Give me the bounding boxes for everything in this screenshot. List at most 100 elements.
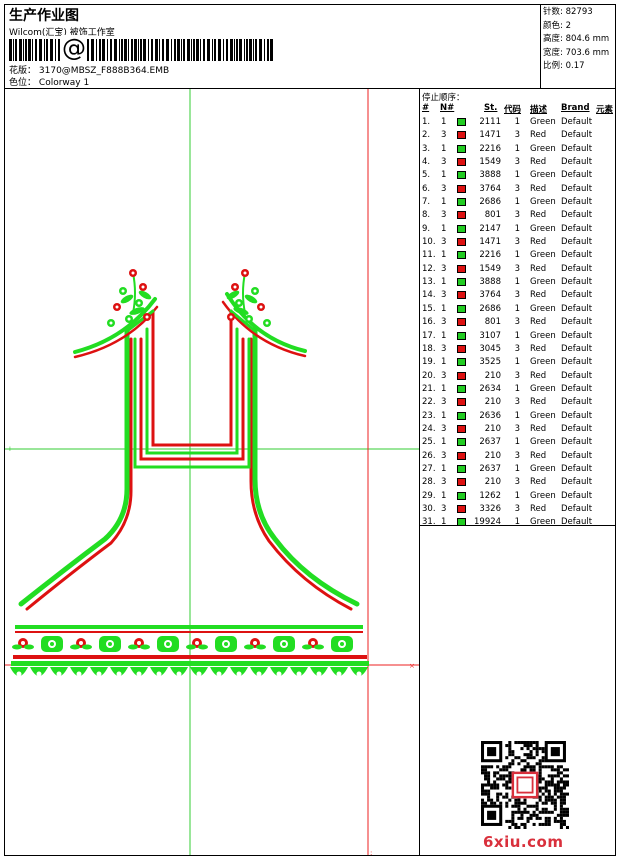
color-swatch [457, 278, 466, 287]
table-row: 22. 3 210 3 Red Default [420, 396, 616, 409]
row-needle: 3 [441, 210, 447, 221]
row-brand: Default [561, 370, 593, 381]
row-code: 1 [514, 437, 520, 448]
row-index: 7. [422, 197, 431, 208]
row-needle: 3 [441, 370, 447, 381]
row-code: 3 [514, 317, 520, 328]
stop-sequence-title: 停止顺序： [422, 93, 465, 103]
table-row: 27. 1 2637 1 Green Default [420, 463, 616, 476]
row-stitches: 3326 [479, 503, 501, 514]
table-row: 9. 1 2147 1 Green Default [420, 223, 616, 236]
row-brand: Default [561, 250, 593, 261]
col-desc: 描述 [530, 105, 548, 115]
stat-stitches: 针数: 82793 [543, 7, 593, 17]
row-code: 3 [514, 183, 520, 194]
row-stitches: 1549 [479, 157, 501, 168]
row-code: 3 [514, 477, 520, 488]
color-swatch [457, 491, 466, 500]
table-row: 1. 1 2111 1 Green Default [420, 116, 616, 129]
row-brand: Default [561, 397, 593, 408]
row-needle: 1 [441, 383, 447, 394]
row-desc: Green [530, 223, 556, 234]
row-needle: 1 [441, 517, 447, 528]
row-code: 3 [514, 397, 520, 408]
table-row: 2. 3 1471 3 Red Default [420, 129, 616, 142]
row-index: 22. [422, 397, 436, 408]
stop-sequence-rows: 1. 1 2111 1 Green Default 2. 3 1471 3 Red Default 3.… [420, 116, 616, 530]
row-desc: Red [530, 130, 547, 141]
color-swatch [457, 171, 466, 180]
stat-scale: 比例: 0.17 [543, 61, 585, 71]
row-needle: 3 [441, 317, 447, 328]
row-brand: Default [561, 130, 593, 141]
row-desc: Red [530, 237, 547, 248]
col-index: # [422, 103, 430, 113]
row-brand: Default [561, 303, 593, 314]
row-desc: Green [530, 117, 556, 127]
row-needle: 1 [441, 170, 447, 181]
row-desc: Green [530, 170, 556, 181]
table-row: 12. 3 1549 3 Red Default [420, 263, 616, 276]
row-index: 4. [422, 157, 431, 168]
table-row: 15. 1 2686 1 Green Default [420, 303, 616, 316]
row-desc: Red [530, 157, 547, 168]
row-needle: 3 [441, 343, 447, 354]
color-swatch [457, 131, 466, 140]
row-index: 25. [422, 437, 436, 448]
row-stitches: 2637 [479, 463, 501, 474]
barcode [9, 39, 273, 61]
row-desc: Green [530, 463, 556, 474]
color-swatch [457, 304, 466, 313]
row-code: 1 [514, 170, 520, 181]
row-index: 29. [422, 490, 436, 501]
row-index: 11. [422, 250, 436, 261]
row-code: 1 [514, 357, 520, 368]
row-index: 24. [422, 423, 436, 434]
row-desc: Green [530, 303, 556, 314]
row-code: 1 [514, 330, 520, 341]
row-needle: 3 [441, 450, 447, 461]
table-row: 6. 3 3764 3 Red Default [420, 183, 616, 196]
color-swatch [457, 158, 466, 167]
row-brand: Default [561, 503, 593, 514]
row-stitches: 1262 [479, 490, 501, 501]
row-code: 3 [514, 130, 520, 141]
col-brand: Brand [561, 103, 590, 113]
row-code: 1 [514, 463, 520, 474]
row-index: 16. [422, 317, 436, 328]
color-swatch [457, 264, 466, 273]
row-index: 5. [422, 170, 431, 181]
color-swatch [457, 411, 466, 420]
stat-colors: 颜色: 2 [543, 20, 572, 31]
color-swatch [457, 144, 466, 153]
row-brand: Default [561, 223, 593, 234]
row-index: 17. [422, 330, 436, 341]
row-stitches: 2216 [479, 250, 501, 261]
col-code: 代码 [504, 105, 522, 115]
row-needle: 3 [441, 477, 447, 488]
col-needle: N# [440, 103, 455, 113]
col-stitches: St. [484, 103, 498, 113]
row-needle: 1 [441, 277, 447, 288]
table-row: 25. 1 2637 1 Green Default [420, 436, 616, 449]
row-code: 1 [514, 117, 520, 127]
row-desc: Red [530, 290, 547, 301]
color-swatch [457, 371, 466, 380]
row-needle: 1 [441, 250, 447, 261]
row-needle: 1 [441, 143, 447, 154]
design-preview: + × : [5, 89, 420, 857]
table-row: 31. 1 19924 1 Green Default [420, 516, 616, 529]
row-needle: 3 [441, 290, 447, 301]
color-swatch [457, 291, 466, 300]
row-index: 21. [422, 383, 436, 394]
stop-sequence-header: # N# St. 代码 描述 Brand 元素 [420, 103, 616, 115]
color-swatch [457, 211, 466, 220]
row-desc: Red [530, 343, 547, 354]
row-stitches: 1471 [479, 130, 501, 141]
row-brand: Default [561, 463, 593, 474]
row-brand: Default [561, 437, 593, 448]
row-brand: Default [561, 517, 593, 528]
row-needle: 3 [441, 503, 447, 514]
row-needle: 3 [441, 237, 447, 248]
row-desc: Green [530, 383, 556, 394]
